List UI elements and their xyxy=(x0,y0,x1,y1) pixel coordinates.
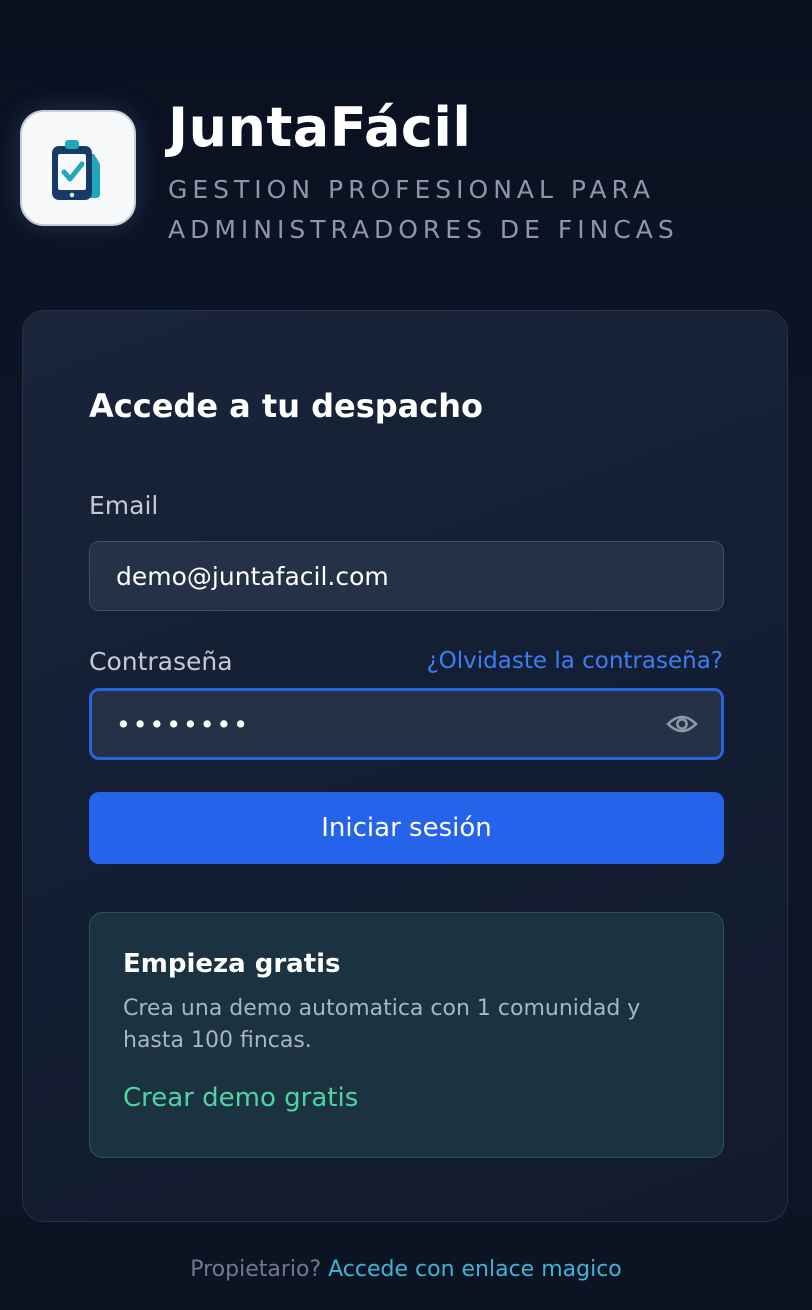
forgot-password-link[interactable]: ¿Olvidaste la contraseña? xyxy=(426,648,723,674)
eye-icon xyxy=(666,715,698,733)
free-demo-panel: Empieza gratis Crea una demo automatica … xyxy=(89,912,724,1158)
clipboard-check-icon xyxy=(52,140,100,200)
login-button[interactable]: Iniciar sesión xyxy=(89,792,724,864)
brand-text: JuntaFácil GESTION PROFESIONAL PARA ADMI… xyxy=(168,98,728,250)
app-name: JuntaFácil xyxy=(168,96,472,159)
password-label: Contraseña xyxy=(89,647,233,676)
password-field[interactable] xyxy=(92,691,652,757)
app-tagline: GESTION PROFESIONAL PARA ADMINISTRADORES… xyxy=(168,175,679,244)
password-field-wrapper xyxy=(89,688,724,760)
login-title: Accede a tu despacho xyxy=(89,387,483,425)
demo-description: Crea una demo automatica con 1 comunidad… xyxy=(123,996,641,1053)
app-logo xyxy=(20,110,136,226)
footer: Propietario? Accede con enlace magico xyxy=(0,1257,812,1282)
brand-header: JuntaFácil GESTION PROFESIONAL PARA ADMI… xyxy=(20,98,728,250)
email-field[interactable] xyxy=(89,541,724,611)
login-card: Accede a tu despacho Email Contraseña ¿O… xyxy=(22,310,788,1222)
show-password-toggle[interactable] xyxy=(665,709,699,739)
magic-link[interactable]: Accede con enlace magico xyxy=(328,1257,622,1282)
email-label: Email xyxy=(89,491,159,520)
footer-text: Propietario? xyxy=(190,1257,322,1282)
create-demo-link[interactable]: Crear demo gratis xyxy=(123,1083,358,1113)
demo-title: Empieza gratis xyxy=(123,949,341,979)
